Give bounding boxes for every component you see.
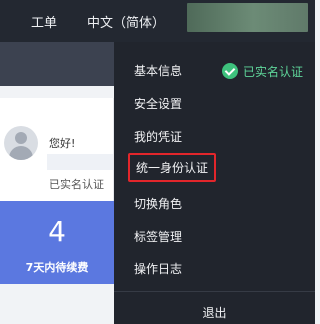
logout-button[interactable]: 退出	[114, 304, 315, 321]
menu-item-basic-info[interactable]: 基本信息	[134, 62, 182, 79]
menu-item-credentials[interactable]: 我的凭证	[134, 128, 182, 145]
avatar	[4, 126, 38, 160]
menu-divider	[114, 291, 315, 292]
language-selector[interactable]: 中文（简体）	[87, 12, 165, 31]
nav-ticket[interactable]: 工单	[31, 12, 57, 31]
check-circle-icon	[222, 63, 238, 79]
renewal-label: 7天内待续费	[25, 261, 89, 274]
top-header: 工单 中文（简体）	[0, 0, 315, 42]
menu-item-tag-management[interactable]: 标签管理	[134, 228, 182, 245]
username-masked	[47, 154, 113, 170]
menu-item-operation-log[interactable]: 操作日志	[134, 260, 182, 277]
menu-item-security[interactable]: 安全设置	[134, 95, 182, 112]
greeting-text: 您好!	[49, 137, 76, 150]
menu-item-unified-identity[interactable]: 统一身份认证	[128, 153, 217, 182]
renewal-count: 4	[48, 215, 66, 248]
verification-status: 已实名认证	[49, 178, 104, 191]
verified-badge: 已实名认证	[222, 62, 303, 80]
profile-card: 您好! 已实名认证	[0, 98, 114, 213]
account-menu-trigger[interactable]	[187, 3, 308, 32]
verified-badge-label: 已实名认证	[243, 64, 304, 79]
renewal-stat-card[interactable]: 4 7天内待续费	[0, 201, 114, 284]
menu-item-switch-role[interactable]: 切换角色	[134, 195, 182, 212]
account-dropdown: 基本信息 已实名认证 安全设置 我的凭证 统一身份认证 切换角色 标签管理 操作…	[114, 42, 315, 324]
